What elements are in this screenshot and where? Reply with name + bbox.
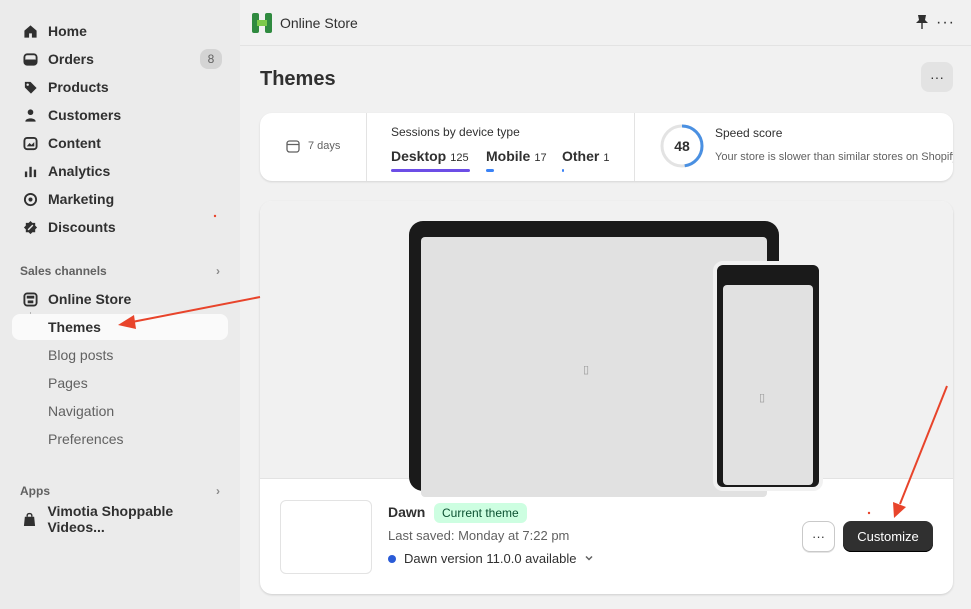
sidebar-item-label: Online Store: [48, 291, 132, 307]
current-theme-badge: Current theme: [434, 503, 527, 523]
sidebar-item-label: Pages: [48, 375, 88, 391]
sidebar-item-preferences[interactable]: Preferences: [12, 426, 228, 452]
sessions-title: Sessions by device type: [391, 125, 520, 139]
top-bar: Online Store ···: [240, 0, 971, 46]
customize-button[interactable]: Customize: [843, 521, 933, 552]
sidebar-item-products[interactable]: Products: [12, 74, 228, 100]
content-icon: [22, 135, 38, 151]
sidebar-item-label: Vimotia Shoppable Videos...: [47, 503, 174, 535]
sidebar-item-online-store[interactable]: Online Store: [12, 286, 228, 312]
device-count: 125: [450, 152, 469, 164]
sidebar-item-label: Analytics: [48, 163, 111, 179]
more-actions-icon[interactable]: ···: [936, 14, 955, 32]
info-dot-icon: [388, 554, 396, 563]
page-more-actions-button[interactable]: ···: [921, 62, 953, 92]
sidebar-item-analytics[interactable]: Analytics: [12, 158, 228, 184]
mobile-preview-frame: ▯: [713, 261, 823, 491]
chevron-right-icon: ›: [216, 264, 220, 278]
page-title: Themes: [260, 68, 336, 90]
sidebar-item-label: Customers: [48, 107, 122, 123]
image-placeholder-icon: ▯: [759, 392, 766, 404]
orders-icon: [22, 51, 38, 67]
home-icon: [22, 23, 38, 39]
mobile-bar: [486, 169, 494, 172]
device-count: 1: [603, 152, 610, 164]
chevron-down-icon: [584, 551, 594, 566]
date-range-label: 7 days: [308, 140, 341, 152]
divider: [634, 113, 635, 181]
desktop-bar: [391, 169, 470, 172]
target-icon: [22, 191, 38, 207]
main-content: Online Store ··· Themes ··· 7 days Sessi…: [240, 0, 971, 609]
store-icon: [22, 291, 38, 307]
theme-name: Dawn: [388, 504, 426, 520]
sidebar-item-pages[interactable]: Pages: [12, 370, 228, 396]
current-theme-card: ▯ ▯ Dawn Current theme Last saved: Monda…: [260, 201, 953, 594]
device-name: Other: [562, 148, 600, 164]
bag-icon: [22, 511, 37, 527]
orders-count-badge: 8: [200, 49, 222, 69]
sidebar-item-marketing[interactable]: Marketing: [12, 186, 228, 212]
sidebar-item-label: Themes: [48, 319, 101, 335]
version-available-toggle[interactable]: Dawn version 11.0.0 available: [388, 551, 594, 566]
sidebar-item-label: Products: [48, 79, 109, 95]
theme-preview: ▯ ▯: [260, 201, 953, 497]
pin-icon[interactable]: [915, 14, 929, 33]
theme-more-actions-button[interactable]: ···: [802, 521, 835, 552]
date-range-button[interactable]: 7 days: [286, 139, 340, 153]
calendar-icon: [286, 140, 300, 153]
sidebar-item-orders[interactable]: Orders 8: [12, 46, 228, 72]
device-other[interactable]: Other 1: [562, 148, 609, 164]
device-desktop[interactable]: Desktop 125: [391, 148, 469, 164]
sales-channels-title: Sales channels: [20, 264, 107, 278]
sidebar: Home Orders 8 Products Customers Content…: [0, 0, 240, 609]
device-name: Desktop: [391, 148, 447, 164]
other-bar: [562, 169, 564, 172]
device-mobile[interactable]: Mobile 17: [486, 148, 547, 164]
sidebar-item-label: Blog posts: [48, 347, 114, 363]
discount-icon: [22, 219, 38, 235]
device-count: 17: [534, 152, 547, 164]
image-placeholder-icon: ▯: [583, 364, 590, 376]
sidebar-item-blog-posts[interactable]: Blog posts: [12, 342, 228, 368]
tag-icon: [22, 79, 38, 95]
sidebar-item-discounts[interactable]: Discounts: [12, 214, 228, 240]
speed-score-title[interactable]: Speed score: [715, 126, 782, 140]
sidebar-item-themes[interactable]: Themes: [12, 314, 228, 340]
last-saved-text: Last saved: Monday at 7:22 pm: [388, 528, 570, 543]
chevron-right-icon: ›: [216, 484, 220, 498]
chart-icon: [22, 163, 38, 179]
theme-thumbnail: [280, 500, 372, 574]
sidebar-item-content[interactable]: Content: [12, 130, 228, 156]
apps-header[interactable]: Apps ›: [20, 484, 220, 498]
sidebar-item-label: Preferences: [48, 431, 124, 447]
mobile-preview-screen: ▯: [723, 285, 813, 485]
sidebar-item-label: Navigation: [48, 403, 115, 419]
sidebar-item-label: Orders: [48, 51, 94, 67]
sidebar-item-navigation[interactable]: Navigation: [12, 398, 228, 424]
sidebar-item-customers[interactable]: Customers: [12, 102, 228, 128]
speed-score-description: Your store is slower than similar stores…: [715, 151, 953, 163]
sidebar-item-home[interactable]: Home: [12, 18, 228, 44]
sidebar-item-label: Content: [48, 135, 101, 151]
apps-title: Apps: [20, 484, 50, 498]
device-name: Mobile: [486, 148, 531, 164]
person-icon: [22, 107, 38, 123]
sidebar-item-label: Home: [48, 23, 87, 39]
metrics-card: 7 days Sessions by device type Desktop 12…: [260, 113, 953, 181]
speed-score-value: 48: [674, 138, 690, 154]
version-text: Dawn version 11.0.0 available: [404, 551, 577, 566]
divider: [366, 113, 367, 181]
top-bar-title: Online Store: [280, 15, 358, 31]
sidebar-item-label: Marketing: [48, 191, 115, 207]
sidebar-item-label: Discounts: [48, 219, 116, 235]
online-store-logo-icon: [252, 13, 272, 33]
sales-channels-header[interactable]: Sales channels ›: [20, 264, 220, 278]
sidebar-item-app[interactable]: Vimotia Shoppable Videos...: [12, 503, 228, 535]
